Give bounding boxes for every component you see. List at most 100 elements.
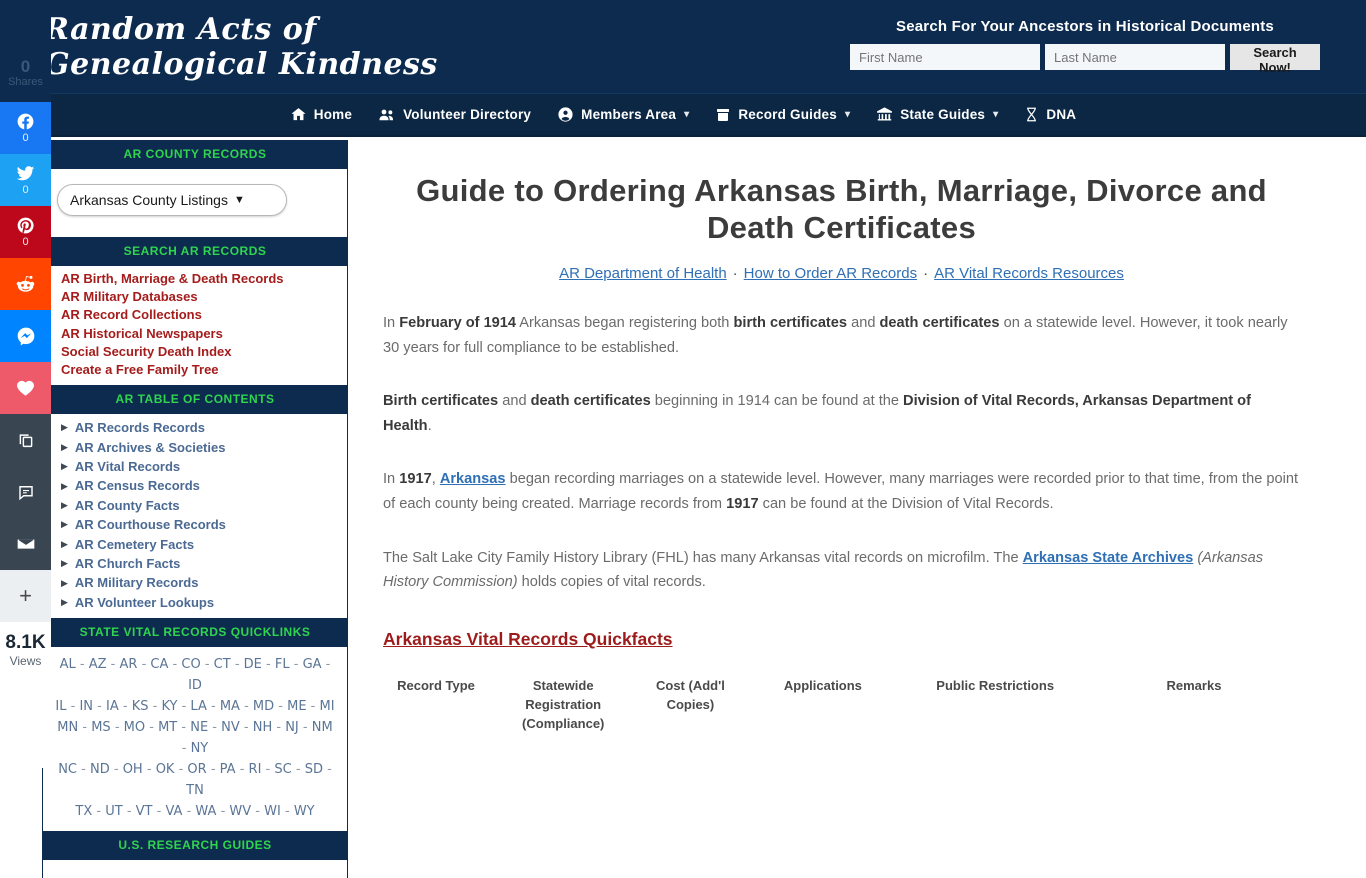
state-link-ky[interactable]: KY xyxy=(161,699,177,714)
toc-item[interactable]: ▶ AR Military Records xyxy=(61,573,347,592)
share-facebook-button[interactable]: 0 xyxy=(0,102,51,154)
state-link-ne[interactable]: NE xyxy=(190,720,208,735)
share-email-button[interactable] xyxy=(0,518,51,570)
state-link-sc[interactable]: SC xyxy=(274,762,291,777)
share-twitter-button[interactable]: 0 xyxy=(0,154,51,206)
state-link-mo[interactable]: MO xyxy=(124,720,145,735)
state-link-sd[interactable]: SD xyxy=(305,762,323,777)
toc-link-ar-vital-records[interactable]: AR Vital Records xyxy=(75,457,180,476)
sidebar-link-ar-military-databases[interactable]: AR Military Databases xyxy=(61,288,347,306)
state-link-nh[interactable]: NH xyxy=(253,720,273,735)
toc-link-ar-cemetery-facts[interactable]: AR Cemetery Facts xyxy=(75,535,194,554)
state-link-co[interactable]: CO xyxy=(181,657,200,672)
state-link-or[interactable]: OR xyxy=(187,762,206,777)
sidebar-link-social-security-death-index[interactable]: Social Security Death Index xyxy=(61,343,347,361)
state-link-mn[interactable]: MN xyxy=(57,720,78,735)
state-link-id[interactable]: ID xyxy=(188,678,202,693)
toc-item[interactable]: ▶ AR Vital Records xyxy=(61,457,347,476)
state-link-az[interactable]: AZ xyxy=(89,657,107,672)
share-copy-link-button[interactable] xyxy=(0,414,51,466)
p4-link-arkansas-state-archives[interactable]: Arkansas State Archives xyxy=(1023,550,1194,566)
state-link-md[interactable]: MD xyxy=(253,699,274,714)
toc-item[interactable]: ▶ AR Courthouse Records xyxy=(61,515,347,534)
state-link-tn[interactable]: TN xyxy=(186,783,204,798)
link-ar-vital-records-resources[interactable]: AR Vital Records Resources xyxy=(934,265,1124,282)
toc-item[interactable]: ▶ AR Census Records xyxy=(61,476,347,495)
state-link-oh[interactable]: OH xyxy=(123,762,143,777)
link-how-to-order-ar-records[interactable]: How to Order AR Records xyxy=(744,265,917,282)
nav-item-members-area[interactable]: Members Area ▾ xyxy=(557,106,689,123)
state-link-mi[interactable]: MI xyxy=(320,699,335,714)
share-pinterest-button[interactable]: 0 xyxy=(0,206,51,258)
county-listings-select[interactable]: Arkansas County Listings ▼ xyxy=(57,184,287,216)
sidebar-link-ar-historical-newspapers[interactable]: AR Historical Newspapers xyxy=(61,325,347,343)
state-link-la[interactable]: LA xyxy=(190,699,206,714)
state-link-ca[interactable]: CA xyxy=(150,657,168,672)
toc-item[interactable]: ▶ AR Records Records xyxy=(61,418,347,437)
state-link-wy[interactable]: WY xyxy=(294,804,315,819)
toc-link-ar-county-facts[interactable]: AR County Facts xyxy=(75,496,180,515)
state-link-tx[interactable]: TX xyxy=(75,804,92,819)
toc-link-ar-archives-societies[interactable]: AR Archives & Societies xyxy=(75,438,226,457)
toc-item[interactable]: ▶ AR Archives & Societies xyxy=(61,438,347,457)
first-name-input[interactable] xyxy=(850,44,1040,70)
share-reddit-button[interactable] xyxy=(0,258,51,310)
state-link-ga[interactable]: GA xyxy=(303,657,322,672)
toc-link-ar-census-records[interactable]: AR Census Records xyxy=(75,476,200,495)
state-link-mt[interactable]: MT xyxy=(158,720,177,735)
state-link-wi[interactable]: WI xyxy=(264,804,281,819)
state-link-ks[interactable]: KS xyxy=(132,699,149,714)
state-link-nd[interactable]: ND xyxy=(90,762,110,777)
toc-item[interactable]: ▶ AR Volunteer Lookups xyxy=(61,593,347,612)
toc-item[interactable]: ▶ AR County Facts xyxy=(61,496,347,515)
toc-item[interactable]: ▶ AR Church Facts xyxy=(61,554,347,573)
state-link-il[interactable]: IL xyxy=(55,699,66,714)
state-link-ar[interactable]: AR xyxy=(120,657,138,672)
state-link-me[interactable]: ME xyxy=(287,699,306,714)
sidebar-link-create-free-family-tree[interactable]: Create a Free Family Tree xyxy=(61,361,347,379)
toc-link-ar-military-records[interactable]: AR Military Records xyxy=(75,573,199,592)
state-link-va[interactable]: VA xyxy=(165,804,182,819)
state-link-ct[interactable]: CT xyxy=(214,657,231,672)
state-link-vt[interactable]: VT xyxy=(136,804,153,819)
share-messenger-button[interactable] xyxy=(0,310,51,362)
state-link-de[interactable]: DE xyxy=(244,657,262,672)
state-link-wa[interactable]: WA xyxy=(195,804,216,819)
nav-item-volunteer-directory[interactable]: Volunteer Directory xyxy=(378,106,531,124)
sidebar-link-ar-record-collections[interactable]: AR Record Collections xyxy=(61,306,347,324)
nav-item-record-guides[interactable]: Record Guides ▾ xyxy=(715,107,850,123)
share-love-button[interactable] xyxy=(0,362,51,414)
search-now-button[interactable]: Search Now! xyxy=(1230,44,1320,75)
nav-item-dna[interactable]: DNA xyxy=(1024,106,1076,123)
site-logo[interactable]: Random Acts of Genealogical Kindness xyxy=(44,12,438,82)
state-link-nj[interactable]: NJ xyxy=(285,720,299,735)
state-link-ia[interactable]: IA xyxy=(106,699,119,714)
state-link-in[interactable]: IN xyxy=(79,699,93,714)
nav-item-home[interactable]: Home xyxy=(290,106,352,123)
state-link-ok[interactable]: OK xyxy=(156,762,175,777)
state-link-ut[interactable]: UT xyxy=(105,804,122,819)
toc-link-ar-courthouse-records[interactable]: AR Courthouse Records xyxy=(75,515,226,534)
state-link-ri[interactable]: RI xyxy=(249,762,262,777)
state-link-fl[interactable]: FL xyxy=(275,657,290,672)
toc-link-ar-volunteer-lookups[interactable]: AR Volunteer Lookups xyxy=(75,593,214,612)
state-link-al[interactable]: AL xyxy=(60,657,76,672)
last-name-input[interactable] xyxy=(1045,44,1225,70)
state-link-ny[interactable]: NY xyxy=(191,741,209,756)
state-link-nv[interactable]: NV xyxy=(221,720,240,735)
link-ar-department-of-health[interactable]: AR Department of Health xyxy=(559,265,727,282)
state-link-pa[interactable]: PA xyxy=(220,762,236,777)
state-link-ma[interactable]: MA xyxy=(220,699,240,714)
share-comment-button[interactable] xyxy=(0,466,51,518)
sidebar-link-ar-birth-marriage-death[interactable]: AR Birth, Marriage & Death Records xyxy=(61,270,347,288)
p3-link-arkansas[interactable]: Arkansas xyxy=(440,471,506,487)
state-link-wv[interactable]: WV xyxy=(229,804,251,819)
toc-link-ar-records-records[interactable]: AR Records Records xyxy=(75,418,205,437)
state-link-nm[interactable]: NM xyxy=(312,720,333,735)
toc-item[interactable]: ▶ AR Cemetery Facts xyxy=(61,535,347,554)
state-link-ms[interactable]: MS xyxy=(91,720,110,735)
nav-item-state-guides[interactable]: State Guides ▾ xyxy=(876,106,998,123)
toc-link-ar-church-facts[interactable]: AR Church Facts xyxy=(75,554,180,573)
state-link-nc[interactable]: NC xyxy=(58,762,77,777)
share-more-button[interactable]: + xyxy=(0,570,51,622)
